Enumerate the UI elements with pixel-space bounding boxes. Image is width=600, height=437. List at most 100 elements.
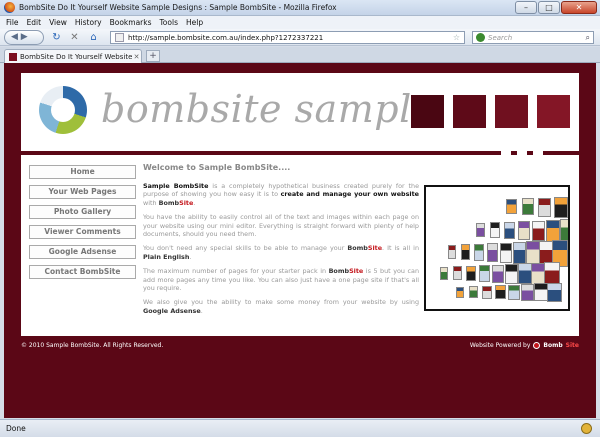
content-area: Home Your Web Pages Photo Gallery Viewer… (21, 155, 579, 336)
site-header: bombsite sample (21, 73, 579, 151)
screenshot-thumbnail (526, 241, 540, 266)
menu-help[interactable]: Help (186, 18, 203, 27)
nav-viewer-comments[interactable]: Viewer Comments (29, 225, 136, 239)
menu-tools[interactable]: Tools (160, 18, 178, 27)
nav-photo-gallery[interactable]: Photo Gallery (29, 205, 136, 219)
screenshot-thumbnail (495, 285, 506, 300)
menu-bookmarks[interactable]: Bookmarks (110, 18, 152, 27)
adsense-paragraph: We also give you the ability to make som… (143, 298, 419, 315)
screenshot-thumbnail (522, 198, 534, 216)
url-text[interactable]: http://sample.bombsite.com.au/index.php?… (128, 34, 453, 42)
brand-bomb: Bomb (328, 267, 350, 276)
status-bar: Done (0, 419, 600, 437)
url-bar[interactable]: http://sample.bombsite.com.au/index.php?… (110, 31, 465, 44)
skills-paragraph: You don't need any special skills to be … (143, 244, 419, 261)
text-run: with (143, 198, 159, 207)
reload-icon[interactable]: ↻ (50, 31, 63, 44)
screenshot-thumbnail (490, 222, 500, 239)
screenshot-thumbnail (440, 267, 448, 280)
back-arrow-icon: ◀ (11, 32, 18, 42)
screenshot-thumbnail (487, 243, 498, 263)
screenshot-thumbnail (546, 220, 560, 242)
screenshot-thumbnail (504, 221, 515, 239)
page-viewport: bombsite sample Home Your Web Pages Phot… (4, 63, 596, 418)
brand-site: Site (367, 244, 383, 253)
brand-bomb: Bomb (347, 244, 368, 253)
main-content: Welcome to Sample BombSite.... Sample Bo… (143, 163, 419, 321)
screenshot-thumbnail (448, 245, 456, 259)
text-run: The maximum number of pages for your sta… (143, 267, 329, 276)
text-strong: Google Adsense (143, 306, 201, 315)
brand-site: Site (349, 267, 364, 276)
screenshot-thumbnail (476, 223, 485, 237)
page-title: Welcome to Sample BombSite.... (143, 163, 291, 172)
intro-paragraph: Sample BombSite is a completely hypothet… (143, 182, 419, 207)
header-square (453, 95, 486, 128)
forward-arrow-icon: ▶ (20, 32, 28, 42)
pages-paragraph: The maximum number of pages for your sta… (143, 267, 419, 292)
screenshot-thumbnail (466, 265, 476, 281)
text-run: . It is all in (382, 244, 419, 253)
header-square (537, 95, 570, 128)
brand-bomb: Bomb (158, 198, 180, 207)
screenshot-thumbnail (479, 265, 490, 283)
screens-collage (432, 195, 568, 305)
nav-home[interactable]: Home (29, 165, 136, 179)
search-input[interactable]: Search (488, 34, 586, 42)
screenshot-thumbnail (538, 197, 551, 217)
screenshot-thumbnail (554, 197, 568, 219)
tab-label: BombSite Do It Yourself Website Sa... (20, 52, 132, 61)
home-icon[interactable]: ⌂ (87, 31, 100, 44)
menu-file[interactable]: File (6, 18, 19, 27)
screenshot-thumbnail (492, 264, 504, 283)
screenshot-thumbnail (534, 283, 548, 302)
text-strong: Sample BombSite (143, 182, 209, 190)
menu-history[interactable]: History (75, 18, 102, 27)
menu-edit[interactable]: Edit (27, 18, 42, 27)
footer-copyright: © 2010 Sample BombSite. All Rights Reser… (21, 342, 164, 349)
header-square (411, 95, 444, 128)
back-forward-button[interactable]: ◀ ▶ (4, 30, 44, 45)
status-text: Done (6, 424, 26, 433)
editor-paragraph: You have the ability to easily control a… (143, 213, 419, 239)
screenshot-thumbnail (513, 242, 526, 264)
search-engine-icon[interactable] (476, 33, 485, 42)
bomb-logo-icon (533, 342, 541, 349)
powered-by-text: Website Powered by (469, 342, 531, 349)
screenshot-thumbnail (453, 266, 462, 281)
minimize-icon[interactable]: – (515, 1, 537, 14)
close-icon[interactable]: ✕ (561, 1, 597, 14)
footer-powered-by[interactable]: Website Powered by Bomb Site (470, 342, 579, 349)
nav-your-web-pages[interactable]: Your Web Pages (29, 185, 136, 199)
screenshot-thumbnail (505, 264, 518, 284)
site-nav-menu: Home Your Web Pages Photo Gallery Viewer… (29, 165, 136, 285)
nav-contact-bombsite[interactable]: Contact BombSite (29, 265, 136, 279)
navigation-toolbar: ◀ ▶ ↻ ✕ ⌂ http://sample.bombsite.com.au/… (0, 29, 600, 46)
new-tab-button[interactable]: + (146, 50, 160, 62)
nav-google-adsense[interactable]: Google Adsense (29, 245, 136, 259)
screenshot-thumbnail (506, 199, 517, 214)
screenshot-thumbnail (521, 284, 534, 301)
window-title: BombSite Do It Yourself Website Sample D… (19, 3, 337, 12)
footer-brand-bomb: Bomb (543, 342, 563, 349)
window-titlebar: BombSite Do It Yourself Website Sample D… (0, 0, 600, 16)
stop-icon[interactable]: ✕ (68, 31, 81, 44)
footer-brand-site: Site (565, 342, 579, 349)
maximize-icon[interactable]: □ (538, 1, 560, 14)
text-strong: create and manage your own website (280, 190, 419, 199)
menu-view[interactable]: View (49, 18, 67, 27)
tab-bombsite[interactable]: BombSite Do It Yourself Website Sa... ✕ (4, 49, 142, 63)
screenshot-thumbnail (456, 287, 464, 298)
logo-swirl-icon (39, 86, 87, 134)
text-run: You don't need any special skills to be … (143, 244, 348, 253)
screenshot-thumbnail (474, 243, 484, 261)
tab-close-icon[interactable]: ✕ (132, 53, 141, 61)
bookmark-star-icon[interactable]: ☆ (453, 33, 460, 42)
screenshot-thumbnail (518, 263, 532, 285)
search-icon[interactable]: ⌕ (586, 33, 590, 43)
screenshot-thumbnail (461, 244, 470, 261)
tab-bar: BombSite Do It Yourself Website Sa... ✕ … (0, 47, 600, 63)
search-bar[interactable]: Search ⌕ (472, 31, 594, 44)
screenshot-thumbnail (518, 221, 530, 241)
screenshot-thumbnail (500, 242, 512, 263)
